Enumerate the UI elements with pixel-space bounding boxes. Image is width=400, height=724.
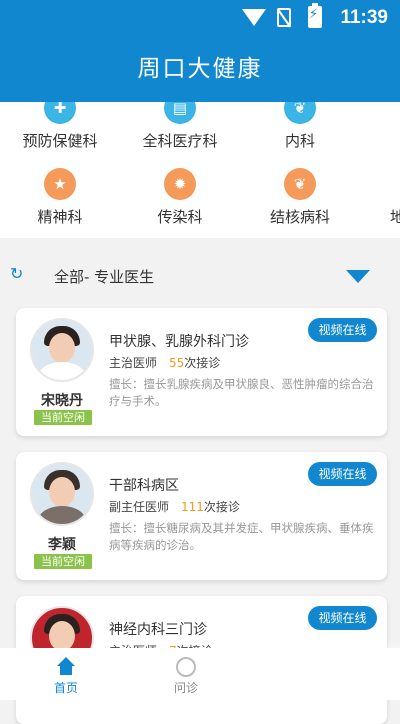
consult-icon [176, 657, 196, 677]
doctor-department: 神经内科三门诊 [109, 622, 207, 638]
department-grid: ✚ 预防保健科 ▤ 全科医疗科 ❦ 内科 ★ 精神科 ✹ 传染科 ❦ 结核病科 … [0, 102, 400, 238]
doctor-title: 副主任医师 [109, 500, 170, 514]
app-header: 周口大健康 [0, 36, 400, 102]
virus-icon: ✹ [164, 168, 196, 200]
tab-label: 首页 [53, 681, 78, 695]
consult-count-unit: 次接诊 [184, 356, 221, 370]
tab-home[interactable]: 首页 [16, 648, 116, 700]
doctor-department: 干部科病区 [109, 478, 179, 494]
lungs-icon: ❦ [284, 168, 316, 200]
refresh-icon[interactable]: ↻ [10, 264, 23, 283]
doctor-title-row: 主治医师 55次接诊 [109, 354, 220, 371]
category-item-internal[interactable]: ❦ 内科 [240, 102, 360, 151]
category-label: 内科 [284, 132, 315, 150]
doctor-card[interactable]: 李颖 当前空闲 干部科病区 副主任医师 111次接诊 擅长：擅长糖尿病及其并发症、… [16, 452, 387, 580]
category-item-psychiatry[interactable]: ★ 精神科 [0, 168, 120, 227]
video-online-button[interactable]: 视频在线 [308, 462, 377, 486]
consult-count: 55 [169, 356, 185, 370]
category-label: 精神科 [37, 208, 83, 226]
category-label: 结核病科 [269, 208, 330, 226]
home-icon [56, 657, 76, 677]
status-badge: 当前空闲 [34, 554, 92, 569]
no-sim-icon [277, 8, 291, 27]
shield-plus-icon: ✚ [44, 102, 76, 124]
doctor-avatar [30, 318, 94, 382]
doctor-name: 宋晓丹 [41, 393, 83, 409]
category-item-general[interactable]: ▤ 全科医疗科 [120, 102, 240, 151]
consult-count: 111 [181, 500, 204, 514]
category-item-preventive[interactable]: ✚ 预防保健科 [0, 102, 120, 151]
doctor-name: 李颖 [48, 537, 76, 553]
category-label: 预防保健科 [22, 132, 98, 150]
doctor-specialty: 擅长：擅长乳腺疾病及甲状腺良、恶性肿瘤的综合治疗与手术。 [109, 377, 374, 408]
doctor-card[interactable]: 宋晓丹 当前空闲 甲状腺、乳腺外科门诊 主治医师 55次接诊 擅长：擅长乳腺疾病及… [16, 308, 387, 436]
doctor-title: 主治医师 [109, 356, 158, 370]
status-time: 11:39 [340, 7, 388, 28]
category-label: 传染科 [157, 208, 203, 226]
page-title: 周口大健康 [137, 56, 263, 82]
doctor-filter-bar: ↻ 全部- 专业医生 [0, 238, 400, 308]
overlay-smudge [210, 640, 400, 700]
doctor-title-row: 副主任医师 111次接诊 [109, 498, 240, 515]
category-label: 全科医疗科 [142, 132, 218, 150]
dropdown-arrow-icon[interactable] [346, 270, 370, 283]
status-badge: 当前空闲 [34, 410, 92, 425]
category-label: 地 [390, 208, 400, 226]
doctor-department: 甲状腺、乳腺外科门诊 [109, 334, 249, 350]
status-bar: 11:39 [0, 0, 400, 36]
doctor-specialty: 擅长：擅长糖尿病及其并发症、甲状腺疾病、垂体疾病等疾病的诊治。 [109, 521, 374, 552]
category-item-tuberculosis[interactable]: ❦ 结核病科 [240, 168, 360, 227]
medical-kit-icon: ▤ [164, 102, 196, 124]
battery-charging-icon [308, 3, 322, 28]
filter-label: 全部- 专业医生 [54, 268, 155, 286]
category-item-infectious[interactable]: ✹ 传染科 [120, 168, 240, 227]
star-icon: ★ [44, 168, 76, 200]
doctor-avatar [30, 462, 94, 526]
video-online-button[interactable]: 视频在线 [308, 318, 377, 342]
wifi-icon [242, 9, 266, 26]
category-item-partial[interactable]: 地 [360, 168, 400, 227]
consult-count-unit: 次接诊 [203, 500, 240, 514]
lungs-icon: ❦ [284, 102, 316, 124]
video-online-button[interactable]: 视频在线 [308, 606, 377, 630]
